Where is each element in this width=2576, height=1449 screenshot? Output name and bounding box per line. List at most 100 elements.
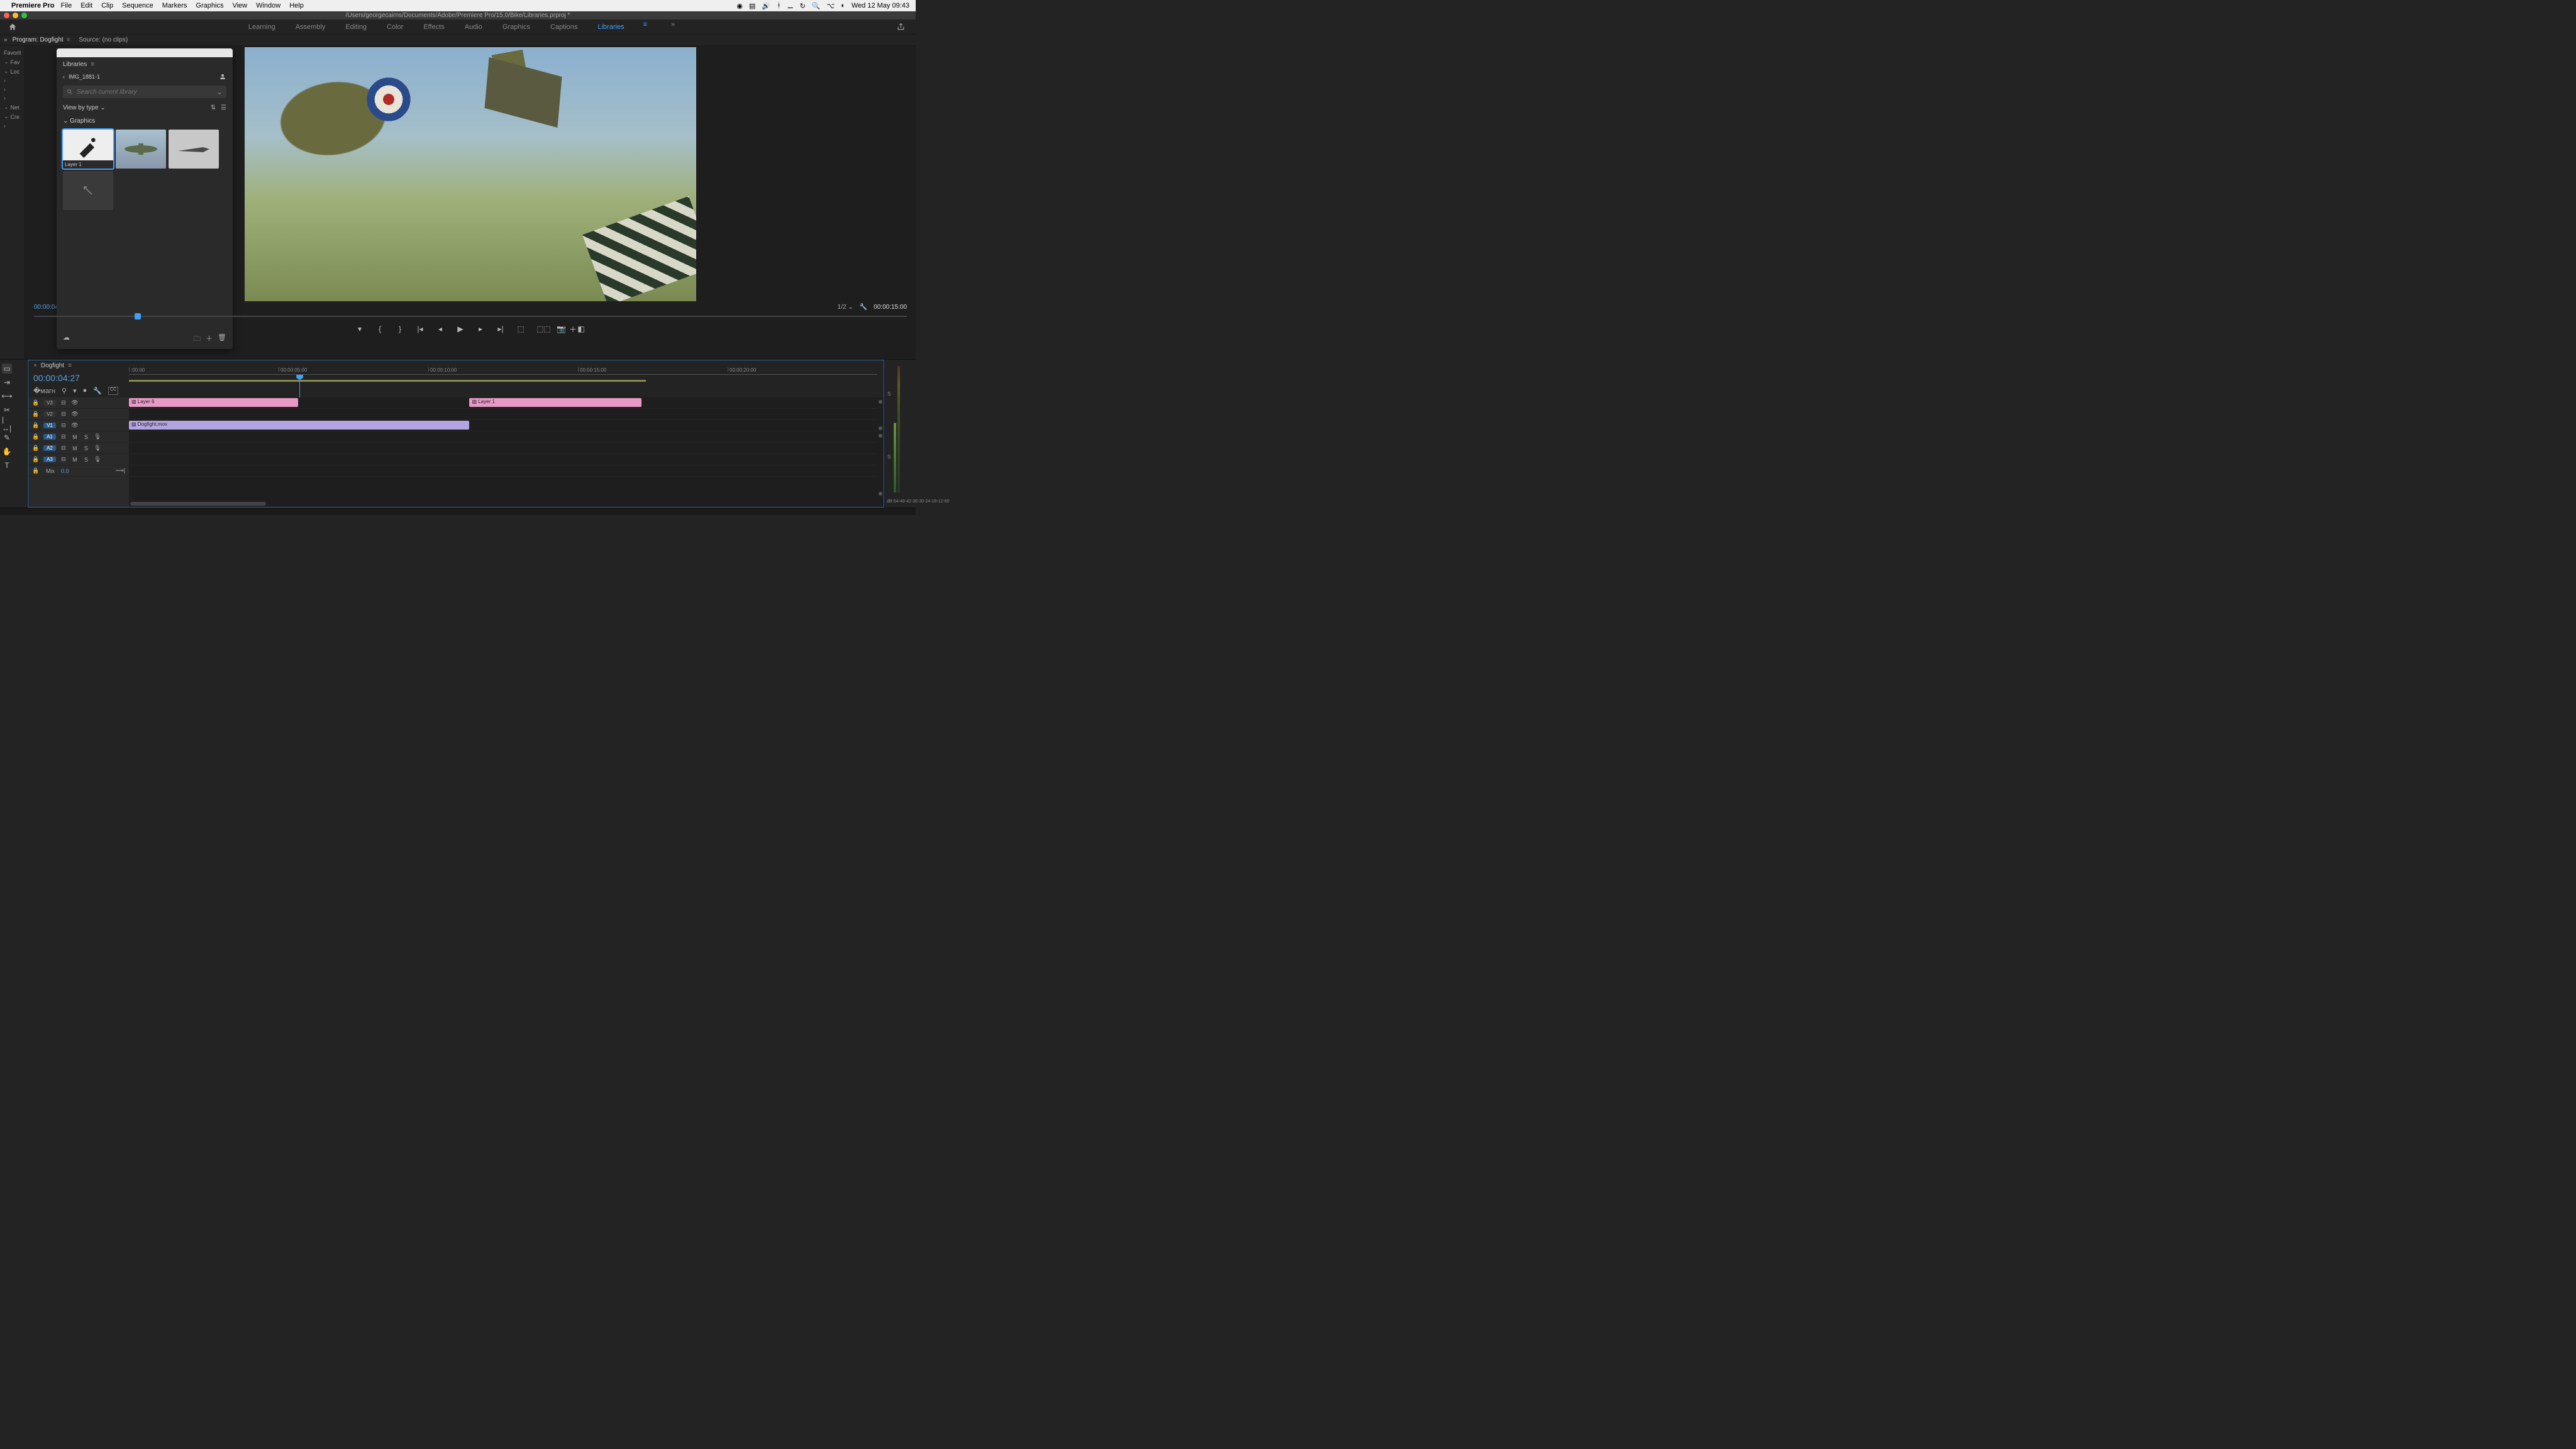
siri-icon[interactable]: ◐ bbox=[841, 2, 845, 9]
menu-help[interactable]: Help bbox=[289, 2, 304, 9]
clip[interactable]: ▧ Dogfight.mov bbox=[129, 421, 469, 430]
extract-button[interactable]: ⬚⬚ bbox=[536, 325, 545, 333]
clip[interactable]: ▧ Layer 6 bbox=[129, 398, 298, 407]
voiceover-icon[interactable]: 🎙 bbox=[94, 445, 101, 452]
sync-lock-icon[interactable]: ⊟ bbox=[60, 433, 67, 440]
ws-color[interactable]: Color bbox=[386, 21, 404, 33]
volume-icon[interactable]: 🔊 bbox=[762, 2, 770, 10]
search-input[interactable] bbox=[77, 89, 213, 96]
trash-icon[interactable]: 🗑 bbox=[218, 333, 226, 345]
timeline-zoom-scrollbar[interactable] bbox=[130, 502, 266, 506]
settings-icon[interactable]: ● bbox=[83, 387, 87, 395]
close-icon[interactable] bbox=[4, 13, 9, 18]
cloud-sync-icon[interactable]: ☁ bbox=[63, 333, 70, 345]
track-header-v3[interactable]: 🔒 V3 ⊟ 👁 bbox=[28, 397, 129, 409]
collapse-panel-icon[interactable]: » bbox=[4, 36, 8, 43]
cc-icon[interactable]: ◉ bbox=[736, 2, 743, 10]
invite-icon[interactable] bbox=[219, 73, 226, 80]
mark-in-button[interactable]: { bbox=[375, 325, 384, 333]
control-center-icon[interactable]: ⌥ bbox=[827, 2, 835, 10]
razor-tool[interactable]: ✂ bbox=[2, 405, 12, 415]
button-editor-icon[interactable]: ＋ bbox=[569, 324, 577, 335]
sidebar-item[interactable]: Cre bbox=[1, 112, 23, 121]
sidebar-item[interactable]: Net bbox=[1, 103, 23, 112]
marker-tool-icon[interactable]: ▾ bbox=[73, 387, 77, 395]
library-item-placeholder[interactable] bbox=[63, 171, 113, 210]
timeline-lanes[interactable]: ▧ Layer 6 ▧ Layer 1 ▧ Dogfight.mov bbox=[129, 397, 884, 507]
zoom-icon[interactable] bbox=[21, 13, 27, 18]
timeline-vscroll[interactable] bbox=[879, 434, 882, 438]
close-sequence-icon[interactable]: × bbox=[33, 362, 37, 369]
selection-tool[interactable]: ▭ bbox=[2, 364, 12, 374]
toggle-track-output-icon[interactable]: 👁 bbox=[71, 411, 79, 418]
track-select-tool[interactable]: ⇥ bbox=[2, 377, 12, 387]
window-controls[interactable] bbox=[4, 13, 27, 18]
add-marker-button[interactable]: ▾ bbox=[355, 325, 364, 333]
lock-icon[interactable]: 🔒 bbox=[32, 456, 40, 463]
menu-view[interactable]: View bbox=[232, 2, 247, 9]
spotlight-icon[interactable]: 🔍 bbox=[812, 2, 821, 10]
track-header-a2[interactable]: 🔒 A2 ⊟ M S 🎙 bbox=[28, 443, 129, 454]
lift-button[interactable]: ⬚ bbox=[516, 325, 525, 333]
ws-assembly[interactable]: Assembly bbox=[294, 21, 327, 33]
timeline-vscroll[interactable] bbox=[879, 426, 882, 430]
wifi-icon[interactable]: ⚊ bbox=[787, 2, 794, 10]
mix-output-icon[interactable]: ⟶| bbox=[116, 467, 125, 474]
library-item[interactable] bbox=[169, 130, 219, 169]
mark-out-button[interactable]: } bbox=[396, 325, 404, 333]
lock-icon[interactable]: 🔒 bbox=[32, 433, 40, 440]
voiceover-icon[interactable]: 🎙 bbox=[94, 433, 101, 440]
wrench-icon[interactable]: 🔧 bbox=[93, 387, 102, 395]
ws-graphics[interactable]: Graphics bbox=[501, 21, 531, 33]
libraries-window-titlebar[interactable] bbox=[57, 48, 233, 57]
type-tool[interactable]: T bbox=[2, 460, 12, 470]
clip[interactable]: ▧ Layer 1 bbox=[469, 398, 641, 407]
mute-button[interactable]: M bbox=[71, 457, 79, 463]
sequence-menu-icon[interactable]: ≡ bbox=[68, 362, 72, 369]
search-dropdown-icon[interactable]: ⌄ bbox=[216, 87, 223, 96]
back-icon[interactable]: ‹ bbox=[63, 74, 65, 80]
lock-icon[interactable]: 🔒 bbox=[32, 422, 40, 429]
sidebar-item[interactable] bbox=[1, 94, 23, 103]
track-header-mix[interactable]: 🔒 Mix 0.0 ⟶| bbox=[28, 465, 129, 477]
slip-tool[interactable]: |↔| bbox=[2, 419, 12, 429]
solo-button[interactable]: S bbox=[82, 434, 90, 440]
clock[interactable]: Wed 12 May 09:43 bbox=[852, 2, 909, 9]
app-name[interactable]: Premiere Pro bbox=[11, 2, 54, 9]
ws-learning[interactable]: Learning bbox=[247, 21, 277, 33]
share-button[interactable] bbox=[897, 23, 916, 31]
track-header-a3[interactable]: 🔒 A3 ⊟ M S 🎙 bbox=[28, 454, 129, 465]
menu-edit[interactable]: Edit bbox=[80, 2, 92, 9]
list-view-icon[interactable]: ☰ bbox=[221, 104, 226, 111]
program-video[interactable] bbox=[245, 47, 696, 301]
sync-lock-icon[interactable]: ⊟ bbox=[60, 422, 67, 429]
ws-editing[interactable]: Editing bbox=[344, 21, 368, 33]
sidebar-item[interactable]: Fav bbox=[1, 57, 23, 67]
ws-effects[interactable]: Effects bbox=[422, 21, 445, 33]
timeline-timecode[interactable]: 00:00:04:27 bbox=[33, 373, 124, 383]
library-item[interactable] bbox=[116, 130, 166, 169]
ws-captions[interactable]: Captions bbox=[549, 21, 579, 33]
home-button[interactable] bbox=[0, 19, 25, 34]
ws-libraries[interactable]: Libraries bbox=[596, 21, 625, 33]
mute-button[interactable]: M bbox=[71, 434, 79, 440]
sidebar-item[interactable]: Loc bbox=[1, 67, 23, 76]
libraries-menu-icon[interactable]: ≡ bbox=[91, 61, 94, 68]
menu-clip[interactable]: Clip bbox=[101, 2, 113, 9]
mix-value[interactable]: 0.0 bbox=[61, 468, 69, 474]
step-forward-button[interactable]: ▸ bbox=[476, 325, 485, 333]
mute-button[interactable]: M bbox=[71, 445, 79, 452]
sidebar-item[interactable] bbox=[1, 85, 23, 94]
library-breadcrumb[interactable]: IMG_1881-1 bbox=[69, 74, 100, 80]
program-tab[interactable]: Program: Dogfight ≡ bbox=[13, 36, 70, 43]
menu-sequence[interactable]: Sequence bbox=[122, 2, 153, 9]
step-back-button[interactable]: ◂ bbox=[436, 325, 445, 333]
program-tab-menu-icon[interactable]: ≡ bbox=[67, 36, 70, 43]
library-search[interactable]: ⌄ bbox=[63, 86, 226, 98]
audio-meter[interactable]: S S dB-54-48-42-36-30-24-18-12-60 bbox=[884, 360, 916, 508]
solo-button[interactable]: S bbox=[82, 445, 90, 452]
bluetooth-icon[interactable]: ᚼ bbox=[777, 2, 781, 9]
sync-lock-icon[interactable]: ⊟ bbox=[60, 445, 67, 452]
go-to-in-button[interactable]: |◂ bbox=[416, 325, 425, 333]
sync-lock-icon[interactable]: ⊟ bbox=[60, 456, 67, 463]
